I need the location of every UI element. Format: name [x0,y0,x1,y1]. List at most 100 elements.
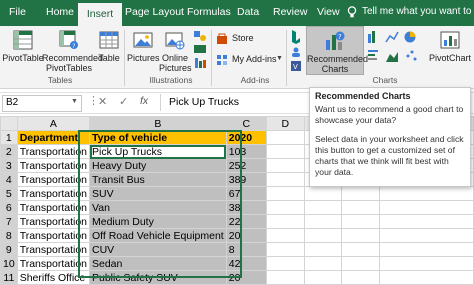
cell-a8[interactable]: Transportation [16,228,91,243]
online-pictures-button[interactable]: Online Pictures [159,28,192,74]
column-header-b[interactable]: B [89,116,227,131]
name-box-value: B2 [6,97,19,108]
cell-a10[interactable]: Transportation [16,256,91,271]
cell-c3[interactable]: 252 [225,158,267,173]
cell[interactable] [265,158,305,173]
select-all-corner[interactable] [0,116,18,131]
cell[interactable] [379,242,474,257]
tab-insert[interactable]: Insert [78,3,122,26]
cell[interactable] [303,242,343,257]
cell-b10[interactable]: Sedan [89,256,227,271]
column-header-d[interactable]: D [265,116,305,131]
cell[interactable] [265,256,305,271]
cell[interactable] [303,228,343,243]
chevron-down-icon[interactable]: ▼ [71,98,78,105]
name-box[interactable]: B2 ▼ [2,95,82,112]
cell-b1[interactable]: Type of vehicle [89,130,227,145]
row-header[interactable]: 9 [0,242,18,257]
cell-a7[interactable]: Transportation [16,214,91,229]
store-button[interactable]: Store [214,32,270,46]
cell[interactable] [265,130,305,145]
cell-a2[interactable]: Transportation [16,144,91,159]
table-button[interactable]: Table [96,28,122,72]
cell-b9[interactable]: CUV [89,242,227,257]
cell[interactable] [341,200,381,215]
row-header[interactable]: 4 [0,172,18,187]
tab-review[interactable]: Review [273,6,307,18]
cell[interactable] [265,186,305,201]
cell-b6[interactable]: Van [89,200,227,215]
cell-a6[interactable]: Transportation [16,200,91,215]
cell[interactable] [379,200,474,215]
cell[interactable] [265,214,305,229]
pivottable-button[interactable]: PivotTable [2,28,44,72]
cell-b7[interactable]: Medium Duty [89,214,227,229]
cell[interactable] [379,256,474,271]
cancel-icon[interactable]: ✕ [98,95,107,108]
row-header[interactable]: 8 [0,228,18,243]
column-header-a[interactable]: A [16,116,91,131]
cell[interactable] [265,172,305,187]
cell-a5[interactable]: Transportation [16,186,91,201]
pivotchart-button[interactable]: PivotChart [428,28,472,72]
cell-c7[interactable]: 22 [225,214,267,229]
recommended-pivottables-button[interactable]: ? Recommended PivotTables [42,28,103,73]
cell-b8[interactable]: Off Road Vehicle Equipment [89,228,227,243]
cell-c1[interactable]: 2020 [225,130,267,145]
cell-c4[interactable]: 389 [225,172,267,187]
insert-function-icon[interactable]: fx [140,95,148,107]
cell[interactable] [265,228,305,243]
tab-view[interactable]: View [317,6,340,18]
cell-a3[interactable]: Transportation [16,158,91,173]
addins-group-label: Add-ins [240,75,270,85]
row-header[interactable]: 7 [0,214,18,229]
row-header[interactable]: 3 [0,158,18,173]
row-header[interactable]: 6 [0,200,18,215]
tab-page-layout[interactable]: Page Layout [125,6,184,18]
cell[interactable] [379,228,474,243]
cell[interactable] [265,200,305,215]
my-addins-button[interactable]: My Add-ins ▼ [214,53,284,67]
tab-formulas[interactable]: Formulas [187,6,231,18]
tab-file[interactable]: File [9,6,26,18]
enter-icon[interactable]: ✓ [119,95,128,108]
cell-a1[interactable]: Department [16,130,91,145]
cell[interactable] [303,214,343,229]
cell-b2-active[interactable]: Pick Up Trucks [89,144,227,159]
cell[interactable] [341,256,381,271]
cell-c5[interactable]: 67 [225,186,267,201]
cell[interactable] [341,186,381,201]
cell[interactable] [303,200,343,215]
cell[interactable] [265,242,305,257]
cell[interactable] [341,228,381,243]
tab-home[interactable]: Home [46,6,74,18]
cell[interactable] [379,214,474,229]
row-header[interactable]: 1 [0,130,18,145]
cell-c2[interactable]: 103 [225,144,267,159]
cell-b5[interactable]: SUV [89,186,227,201]
cell[interactable] [303,256,343,271]
row-header[interactable]: 2 [0,144,18,159]
cell-c9[interactable]: 8 [225,242,267,257]
pictures-button[interactable]: Pictures [127,28,160,72]
cell-a4[interactable]: Transportation [16,172,91,187]
cell-b4[interactable]: Transit Bus [89,172,227,187]
recommended-charts-button[interactable]: ? Recommended Charts [306,26,368,75]
cell[interactable] [341,214,381,229]
tell-me-search[interactable]: Tell me what you want to do... [362,6,474,17]
cell-a9[interactable]: Transportation [16,242,91,257]
cell-c10[interactable]: 42 [225,256,267,271]
cell[interactable] [265,144,305,159]
cell[interactable] [379,186,474,201]
cell[interactable] [341,242,381,257]
cell[interactable] [303,186,343,201]
row-header[interactable]: 5 [0,186,18,201]
column-header-c[interactable]: C [225,116,267,131]
cell-c6[interactable]: 38 [225,200,267,215]
row-header[interactable]: 10 [0,256,18,271]
pictures-icon [133,32,153,48]
pivotchart-icon [440,31,460,49]
cell-c8[interactable]: 20 [225,228,267,243]
tab-data[interactable]: Data [237,6,259,18]
cell-b3[interactable]: Heavy Duty [89,158,227,173]
